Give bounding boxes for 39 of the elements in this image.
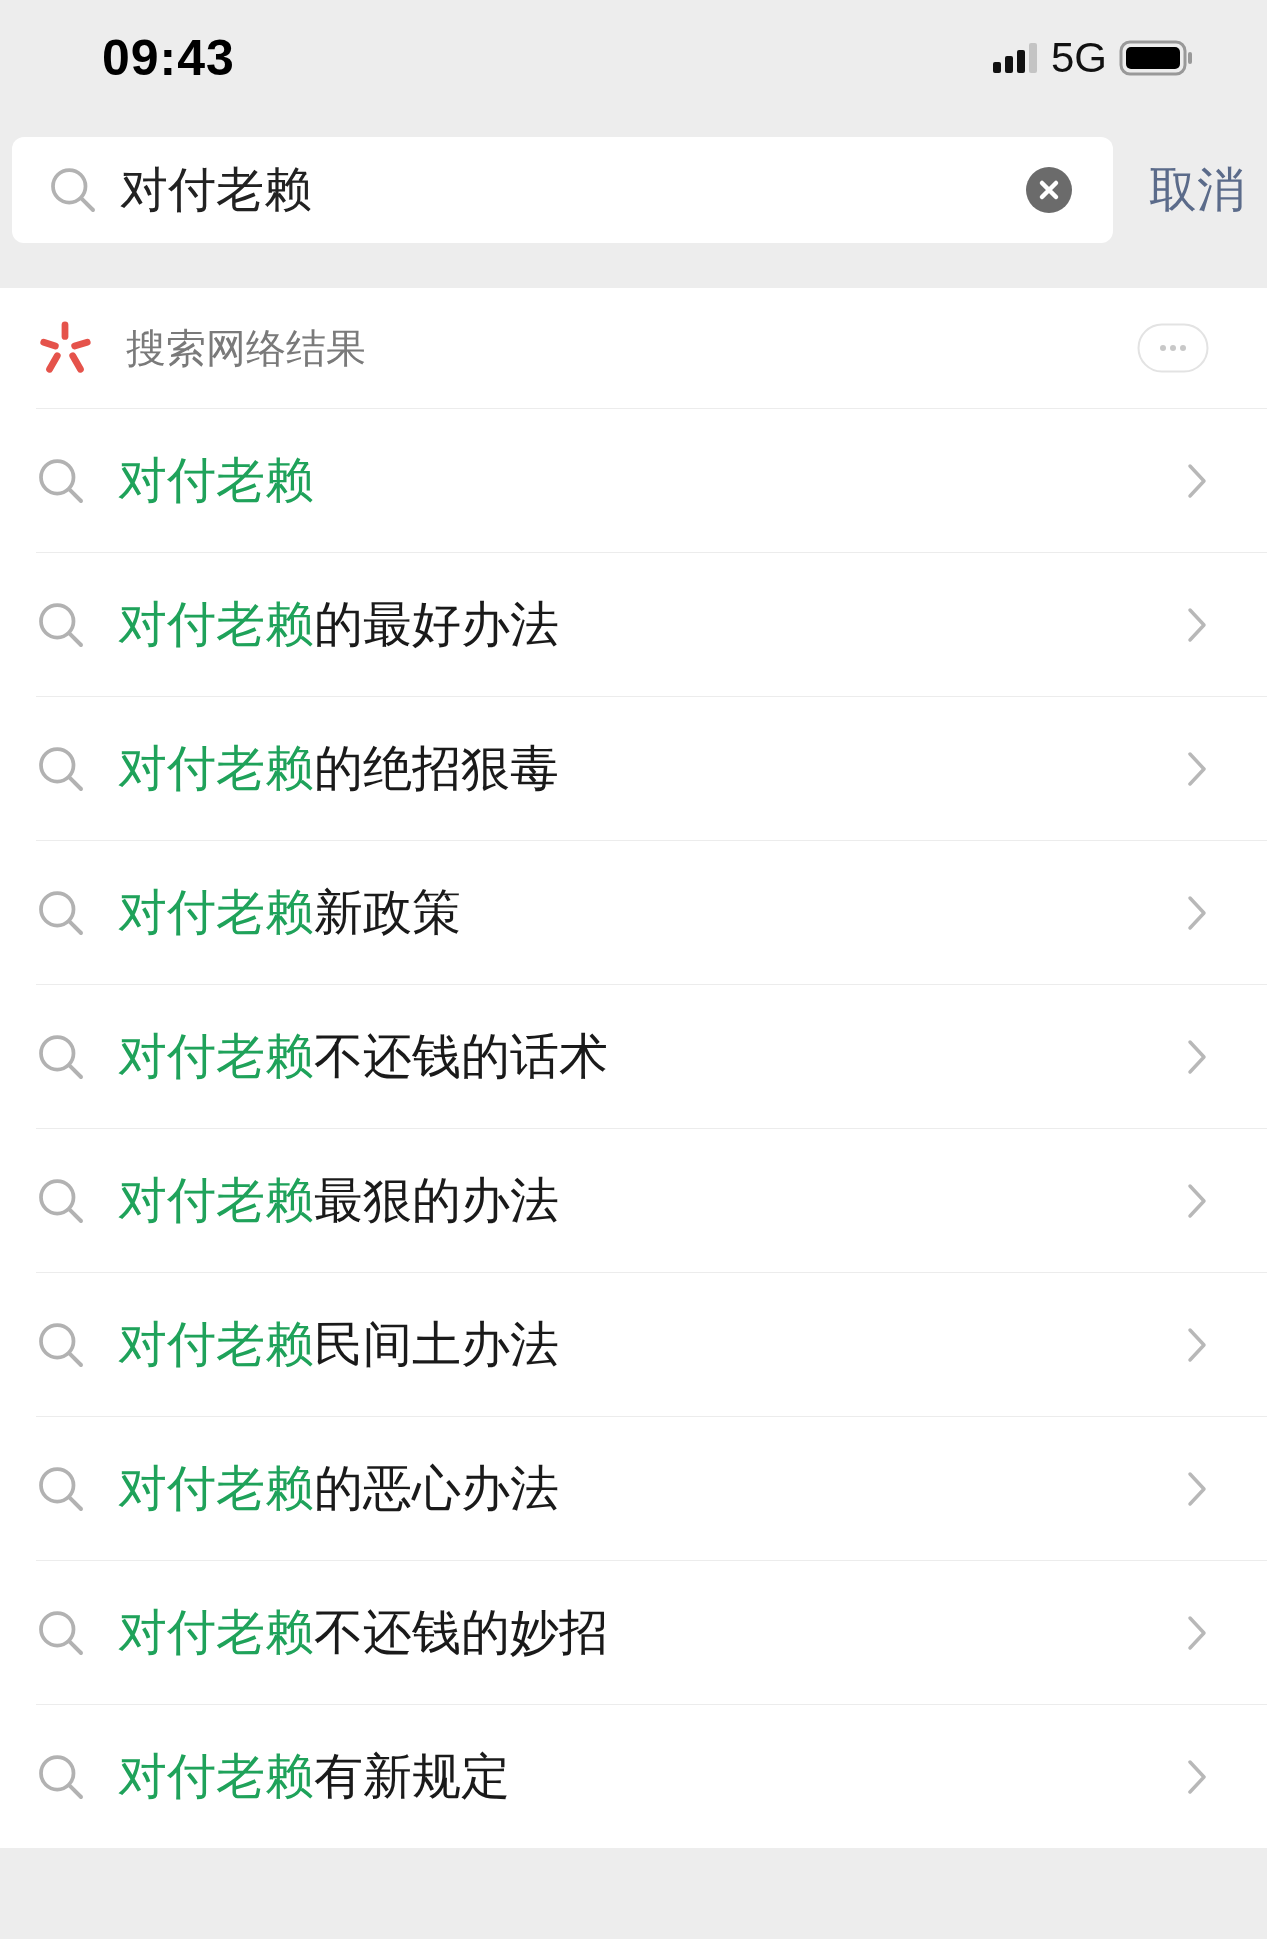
suggestion-item[interactable]: 对付老赖的最好办法 (36, 553, 1267, 697)
chevron-icon (1187, 1038, 1207, 1075)
suggestion-item[interactable]: 对付老赖新政策 (36, 841, 1267, 985)
signal-icon (992, 43, 1039, 73)
chevron-icon (1187, 750, 1207, 787)
chevron-icon (1187, 1614, 1207, 1651)
suggestion-text: 对付老赖的恶心办法 (118, 1459, 560, 1517)
chevron-icon (1187, 1182, 1207, 1219)
network-label: 5G (1050, 34, 1107, 82)
battery-icon (1119, 40, 1195, 76)
chevron-icon (1187, 1470, 1207, 1507)
suggestion-text: 对付老赖不还钱的妙招 (118, 1603, 609, 1661)
suggestion-text: 对付老赖 (118, 451, 315, 509)
suggestion-item[interactable]: 对付老赖的绝招狠毒 (36, 697, 1267, 841)
suggestion-text: 对付老赖的最好办法 (118, 595, 560, 653)
chevron-icon (1187, 606, 1207, 643)
suggestion-item[interactable]: 对付老赖最狠的办法 (36, 1129, 1267, 1273)
search-field[interactable]: 对付老赖 (12, 137, 1113, 243)
suggestion-text: 对付老赖的绝招狠毒 (118, 739, 560, 797)
suggestion-item[interactable]: 对付老赖有新规定 (36, 1705, 1267, 1848)
search-input[interactable]: 对付老赖 (120, 162, 1025, 218)
suggestion-item[interactable]: 对付老赖的恶心办法 (36, 1417, 1267, 1561)
chevron-icon (1187, 1326, 1207, 1363)
suggestion-text: 对付老赖民间土办法 (118, 1315, 560, 1373)
chevron-icon (1187, 1758, 1207, 1795)
search-icon (48, 165, 98, 215)
suggestion-item[interactable]: 对付老赖民间土办法 (36, 1273, 1267, 1417)
chevron-icon (1187, 462, 1207, 499)
suggestion-text: 对付老赖最狠的办法 (118, 1171, 560, 1229)
chevron-icon (1187, 894, 1207, 931)
suggestion-text: 对付老赖有新规定 (118, 1747, 511, 1805)
clear-icon[interactable] (1025, 166, 1073, 214)
suggestion-item[interactable]: 对付老赖不还钱的话术 (36, 985, 1267, 1129)
section-title: 搜索网络结果 (126, 324, 367, 372)
cancel-button[interactable]: 取消 (1113, 150, 1267, 230)
suggestion-item[interactable]: 对付老赖不还钱的妙招 (36, 1561, 1267, 1705)
suggestion-text: 对付老赖不还钱的话术 (118, 1027, 609, 1085)
status-time: 09:43 (102, 29, 235, 87)
suggestion-text: 对付老赖新政策 (118, 883, 462, 941)
